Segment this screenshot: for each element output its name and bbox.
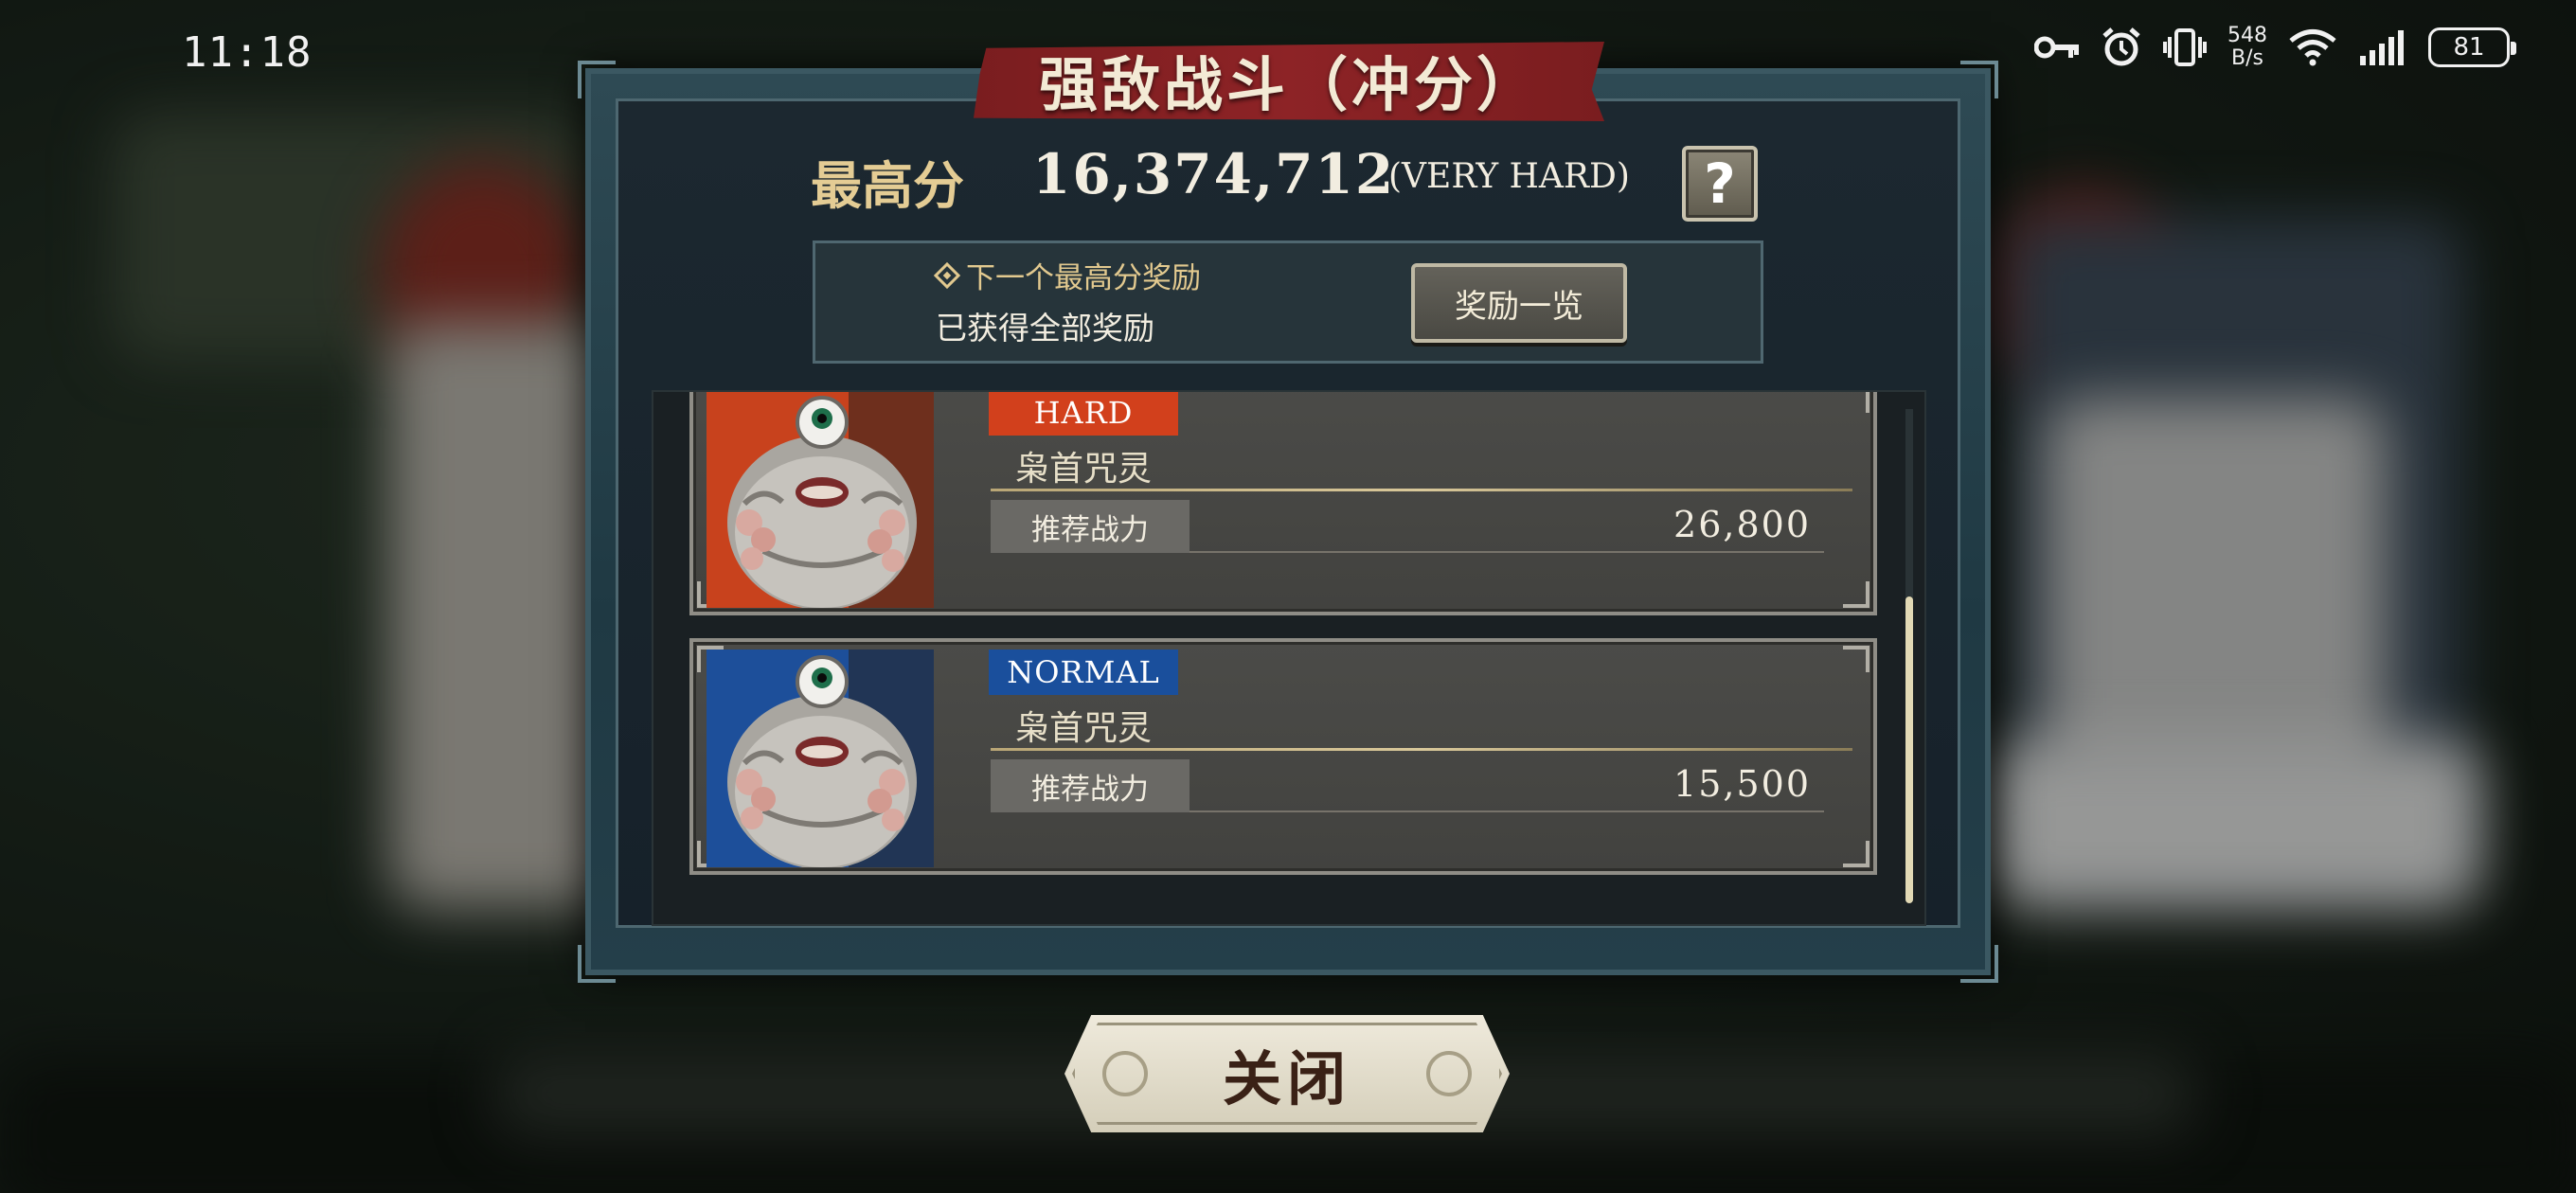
divider [991, 748, 1852, 751]
high-score-value: 16,374,712 [1032, 142, 1396, 206]
question-mark-icon: ? [1704, 151, 1736, 216]
enemy-card-hard[interactable]: HARD 枭首咒灵 推荐战力 26,800 [689, 392, 1877, 615]
net-speed: 548 B/s [2227, 25, 2267, 70]
help-button[interactable]: ? [1682, 146, 1758, 222]
recommended-power-value: 26,800 [1673, 504, 1811, 545]
close-button[interactable]: 关闭 [1064, 1015, 1510, 1132]
key-icon [2034, 33, 2080, 62]
enemy-list[interactable]: HARD 枭首咒灵 推荐战力 26,800 NORMAL 枭首咒灵 推荐战力 1… [652, 390, 1926, 926]
enemy-name: 枭首咒灵 [1015, 450, 1153, 489]
next-reward-heading: 下一个最高分奖励 [933, 254, 1201, 296]
difficulty-badge: HARD [989, 392, 1178, 436]
card-corner [1843, 581, 1869, 608]
dialog-corner-bl [578, 945, 616, 983]
card-corner [1843, 646, 1869, 672]
battery-level: 81 [2453, 33, 2485, 62]
enemy-portrait [707, 392, 934, 608]
reward-status: 已获得全部奖励 [936, 310, 1154, 347]
high-score-difficulty: (VERY HARD) [1388, 157, 1630, 196]
recommended-power-label: 推荐战力 [991, 759, 1190, 812]
scrollbar-thumb[interactable] [1905, 596, 1913, 903]
next-reward-label: 下一个最高分奖励 [966, 261, 1201, 295]
recommended-power-label: 推荐战力 [991, 500, 1190, 553]
close-button-label: 关闭 [1222, 1044, 1351, 1113]
ornament-left [1102, 1051, 1148, 1096]
alarm-icon [2101, 27, 2142, 68]
card-corner [1843, 392, 1869, 413]
dialog-corner-br [1960, 945, 1998, 983]
enemy-portrait [707, 650, 934, 867]
ornament-right [1426, 1051, 1472, 1096]
diamond-icon [933, 261, 961, 289]
net-speed-unit: B/s [2231, 46, 2263, 70]
card-corner [1843, 841, 1869, 867]
reward-list-button[interactable]: 奖励一览 [1411, 263, 1627, 343]
vibrate-icon [2163, 27, 2207, 67]
recommended-power-row: 推荐战力 15,500 [991, 759, 1824, 812]
difficulty-badge: NORMAL [989, 650, 1178, 695]
enemy-card-normal[interactable]: NORMAL 枭首咒灵 推荐战力 15,500 [689, 638, 1877, 875]
status-bar: 11:18 548 B/s 81 [0, 0, 2576, 104]
status-clock: 11:18 [182, 28, 313, 77]
high-score-label: 最高分 [811, 155, 964, 216]
recommended-power-row: 推荐战力 26,800 [991, 500, 1824, 553]
enemy-name: 枭首咒灵 [1015, 709, 1153, 748]
battery-icon: 81 [2428, 27, 2516, 67]
wifi-icon [2288, 28, 2337, 66]
signal-icon [2358, 29, 2407, 65]
net-speed-value: 548 [2227, 24, 2267, 47]
divider [991, 489, 1852, 491]
recommended-power-value: 15,500 [1673, 763, 1811, 805]
